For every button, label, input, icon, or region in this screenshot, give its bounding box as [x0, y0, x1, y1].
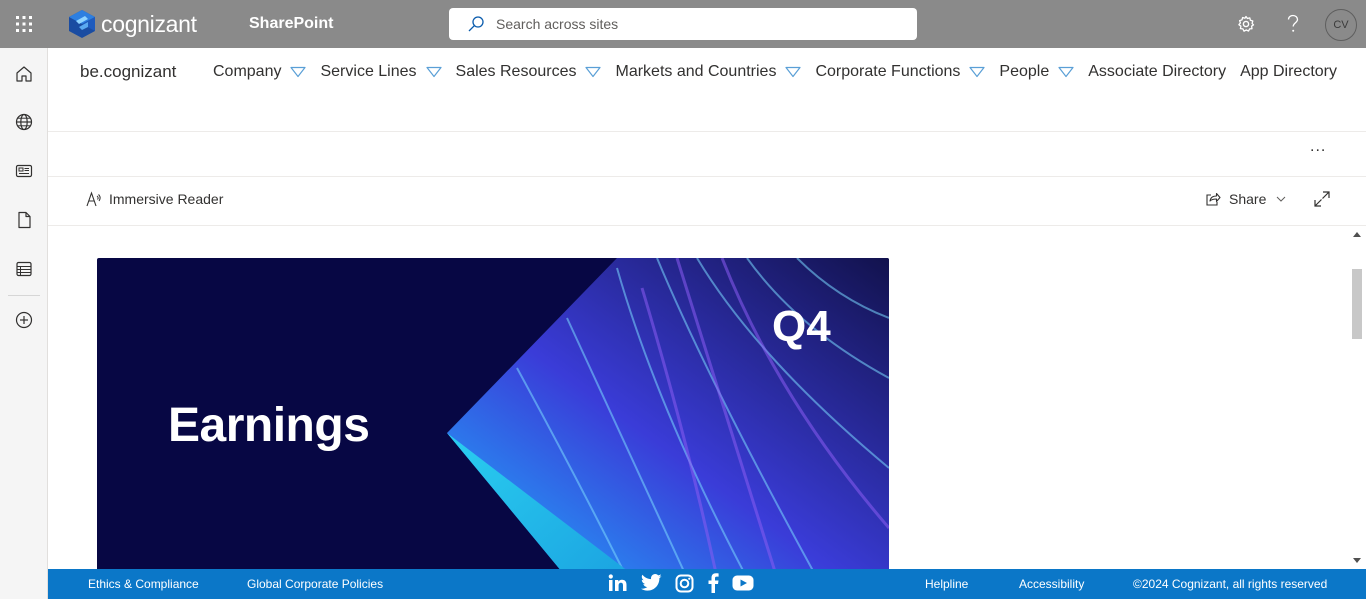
app-launcher-icon[interactable]	[0, 0, 48, 48]
scroll-thumb[interactable]	[1352, 269, 1362, 339]
share-button[interactable]: Share	[1205, 191, 1294, 207]
nav-item-corporate-functions[interactable]: Corporate Functions	[815, 63, 986, 81]
scroll-down-arrow-icon[interactable]	[1353, 556, 1361, 564]
dropdown-triangle-icon[interactable]	[785, 66, 802, 78]
nav-menu: Company Service Lines Sales Resources Marke…	[213, 62, 1351, 82]
facebook-icon[interactable]	[707, 573, 719, 593]
site-title[interactable]: be.cognizant	[80, 62, 176, 82]
immersive-reader-label: Immersive Reader	[109, 191, 224, 207]
settings-gear-icon[interactable]	[1231, 9, 1261, 39]
nav-item-associate-directory[interactable]: Associate Directory	[1088, 63, 1226, 81]
app-bar	[0, 48, 48, 599]
search-box[interactable]	[449, 8, 917, 40]
nav-item-label: Company	[213, 63, 282, 80]
earnings-banner-image[interactable]: Earnings Q4	[97, 258, 889, 569]
nav-item-company[interactable]: Company	[213, 63, 307, 81]
scroll-up-arrow-icon[interactable]	[1353, 231, 1361, 239]
nav-item-label: Service Lines	[320, 63, 417, 80]
nav-item-sales-resources[interactable]: Sales Resources	[456, 63, 602, 81]
cognizant-logo[interactable]: cognizant	[67, 9, 197, 39]
create-add-icon[interactable]	[12, 308, 36, 332]
dropdown-triangle-icon[interactable]	[969, 66, 986, 78]
news-icon[interactable]	[12, 159, 36, 183]
dropdown-triangle-icon[interactable]	[425, 66, 442, 78]
instagram-icon[interactable]	[675, 574, 694, 593]
accessibility-link[interactable]: Accessibility	[1019, 577, 1084, 591]
more-options-button[interactable]: ...	[1310, 138, 1326, 156]
logo-wordmark: cognizant	[101, 10, 197, 37]
nav-item-label: Corporate Functions	[815, 63, 961, 80]
nav-item-app-directory[interactable]: App Directory	[1240, 63, 1337, 81]
site-footer: Ethics & Compliance Global Corporate Pol…	[48, 569, 1366, 599]
share-label: Share	[1229, 191, 1267, 207]
chevron-down-icon[interactable]	[1276, 196, 1286, 202]
page-command-bar: ...	[48, 132, 1366, 177]
app-bar-divider	[8, 295, 40, 296]
nav-item-service-lines[interactable]: Service Lines	[320, 63, 442, 81]
nav-item-people[interactable]: People	[999, 63, 1074, 81]
vertical-scrollbar[interactable]	[1348, 226, 1366, 569]
search-icon	[468, 16, 484, 32]
nav-item-label: People	[999, 63, 1050, 80]
dropdown-triangle-icon[interactable]	[1058, 66, 1074, 78]
reader-command-bar: Immersive Reader Share	[48, 177, 1366, 226]
corporate-policies-link[interactable]: Global Corporate Policies	[247, 577, 383, 591]
document-icon[interactable]	[12, 208, 36, 232]
help-icon[interactable]	[1278, 9, 1308, 39]
nav-item-markets-and-countries[interactable]: Markets and Countries	[615, 63, 802, 81]
nav-item-label: App Directory	[1240, 63, 1337, 80]
copyright-text: ©2024 Cognizant, all rights reserved	[1133, 577, 1328, 591]
page-canvas: Earnings Q4	[48, 226, 1348, 569]
ethics-compliance-link[interactable]: Ethics & Compliance	[88, 577, 199, 591]
linkedin-icon[interactable]	[608, 574, 628, 592]
globe-icon[interactable]	[12, 110, 36, 134]
suite-bar: cognizant SharePoint CV	[0, 0, 1366, 48]
cognizant-logo-mark-icon	[69, 10, 95, 38]
search-input[interactable]	[496, 16, 876, 32]
hub-navigation: be.cognizant Company Service Lines Sales R…	[48, 48, 1366, 132]
app-name[interactable]: SharePoint	[249, 15, 333, 33]
home-icon[interactable]	[12, 62, 36, 86]
share-icon	[1206, 192, 1221, 206]
nav-item-label: Associate Directory	[1088, 63, 1227, 80]
nav-item-label: Sales Resources	[455, 63, 577, 80]
dropdown-triangle-icon[interactable]	[290, 66, 307, 78]
nav-item-label: Markets and Countries	[615, 63, 777, 80]
immersive-reader-icon	[86, 191, 101, 207]
banner-quarter: Q4	[772, 302, 831, 351]
immersive-reader-button[interactable]: Immersive Reader	[86, 191, 223, 207]
youtube-icon[interactable]	[732, 575, 754, 591]
expand-icon[interactable]	[1314, 191, 1330, 212]
user-avatar[interactable]: CV	[1325, 9, 1357, 41]
social-links	[608, 573, 767, 593]
twitter-icon[interactable]	[641, 574, 662, 592]
dropdown-triangle-icon[interactable]	[585, 66, 602, 78]
banner-title: Earnings	[168, 399, 370, 452]
lists-icon[interactable]	[12, 257, 36, 281]
helpline-link[interactable]: Helpline	[925, 577, 968, 591]
